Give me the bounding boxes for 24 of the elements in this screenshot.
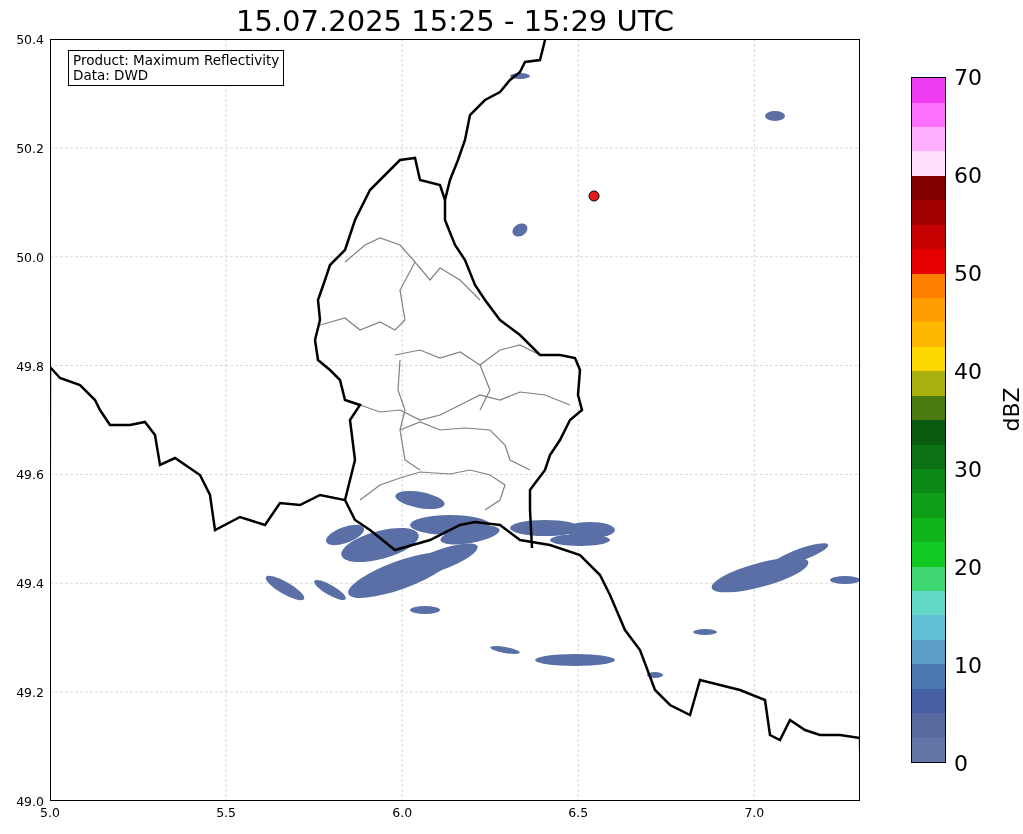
x-tick-label: 6.0 [392,805,413,820]
chart-title: 15.07.2025 15:25 - 15:29 UTC [235,3,675,39]
colorbar-tick-label: 10 [954,652,982,678]
y-tick-label: 49.8 [16,358,44,374]
x-tick-label: 7.0 [744,805,765,820]
y-tick-label: 50.0 [16,249,44,265]
colorbar-tick-label: 50 [954,260,982,286]
info-text: Data: DWD [73,68,150,83]
y-tick-label: 50.2 [16,140,44,156]
y-tick-label: 50.4 [16,31,44,47]
colorbar-tick-label: 40 [954,358,982,384]
colorbar-tick-label: 20 [954,554,982,580]
colorbar-tick-label: 70 [954,64,982,90]
info-text: Product: Maximum Reflectivity [73,53,280,68]
y-tick-label: 49.4 [16,575,44,591]
colorbar-label: dBZ [998,387,1023,432]
x-tick-label: 5.5 [216,805,236,820]
y-tick-label: 49.2 [16,684,44,700]
x-tick-label: 6.5 [568,805,589,820]
colorbar-tick-label: 60 [954,162,982,188]
location-marker-icon [588,190,600,202]
colorbar-tick-label: 0 [954,750,968,776]
colorbar-tick-label: 30 [954,456,982,482]
y-tick-label: 49.6 [16,466,44,482]
